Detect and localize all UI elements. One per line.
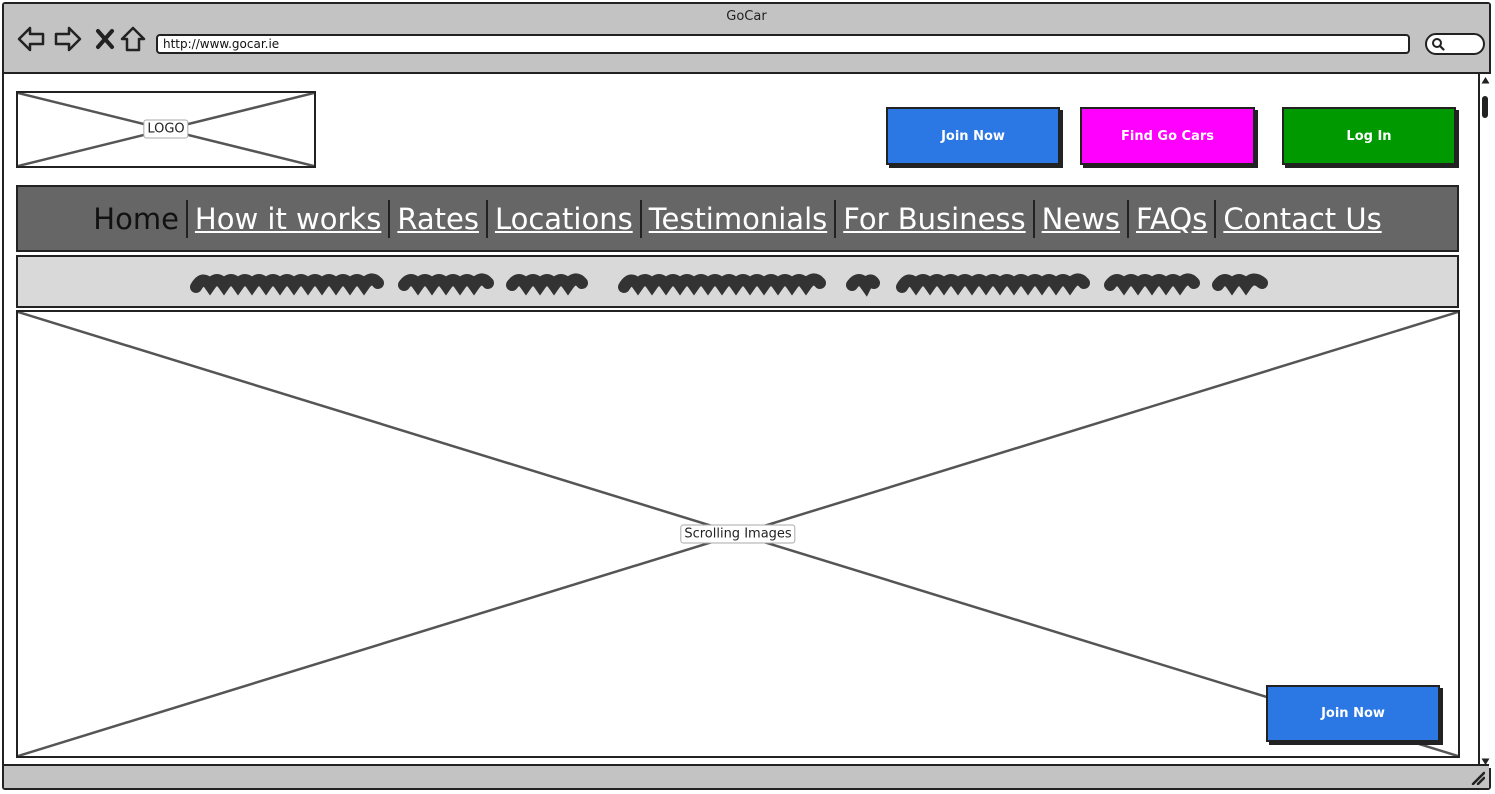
logo-label: LOGO [143,119,189,139]
logo-placeholder: LOGO [16,91,316,168]
window-title: GoCar [726,9,767,24]
nav-item-testimonials[interactable]: Testimonials [642,200,835,238]
scroll-up-arrow-icon[interactable] [1481,76,1490,84]
main-nav: Home How it works Rates Locations Testim… [16,185,1459,252]
find-go-cars-button[interactable]: Find Go Cars [1080,107,1255,165]
nav-item-news[interactable]: News [1035,200,1127,238]
nav-item-rates[interactable]: Rates [390,200,486,238]
search-icon [1432,38,1445,51]
nav-item-for-business[interactable]: For Business [836,200,1032,238]
scroll-thumb[interactable] [1482,96,1488,118]
nav-item-locations[interactable]: Locations [488,200,640,238]
back-arrow-icon[interactable] [16,24,46,54]
home-icon[interactable] [118,24,148,54]
hero-image-placeholder: Scrolling Images [16,310,1460,758]
scribble-text-placeholder [190,273,1268,297]
tagline-bar [16,255,1459,308]
url-bar[interactable]: http://www.gocar.ie [156,34,1410,54]
nav-item-how-it-works[interactable]: How it works [188,200,388,238]
browser-search-field[interactable] [1425,33,1485,55]
resize-grip-icon[interactable] [1471,771,1485,785]
vertical-scrollbar[interactable] [1478,74,1491,768]
status-bar [4,764,1489,788]
forward-arrow-icon[interactable] [53,24,83,54]
browser-toolbar: GoCar http://www.gocar.ie [4,4,1489,74]
nav-item-contact-us[interactable]: Contact Us [1216,200,1388,238]
log-in-button[interactable]: Log In [1282,107,1456,165]
stop-icon[interactable] [90,24,120,54]
hero-placeholder-label: Scrolling Images [680,524,796,544]
join-now-button[interactable]: Join Now [886,107,1060,165]
nav-item-home[interactable]: Home [86,200,186,238]
nav-item-faqs[interactable]: FAQs [1129,200,1214,238]
hero-join-now-button[interactable]: Join Now [1266,685,1440,742]
